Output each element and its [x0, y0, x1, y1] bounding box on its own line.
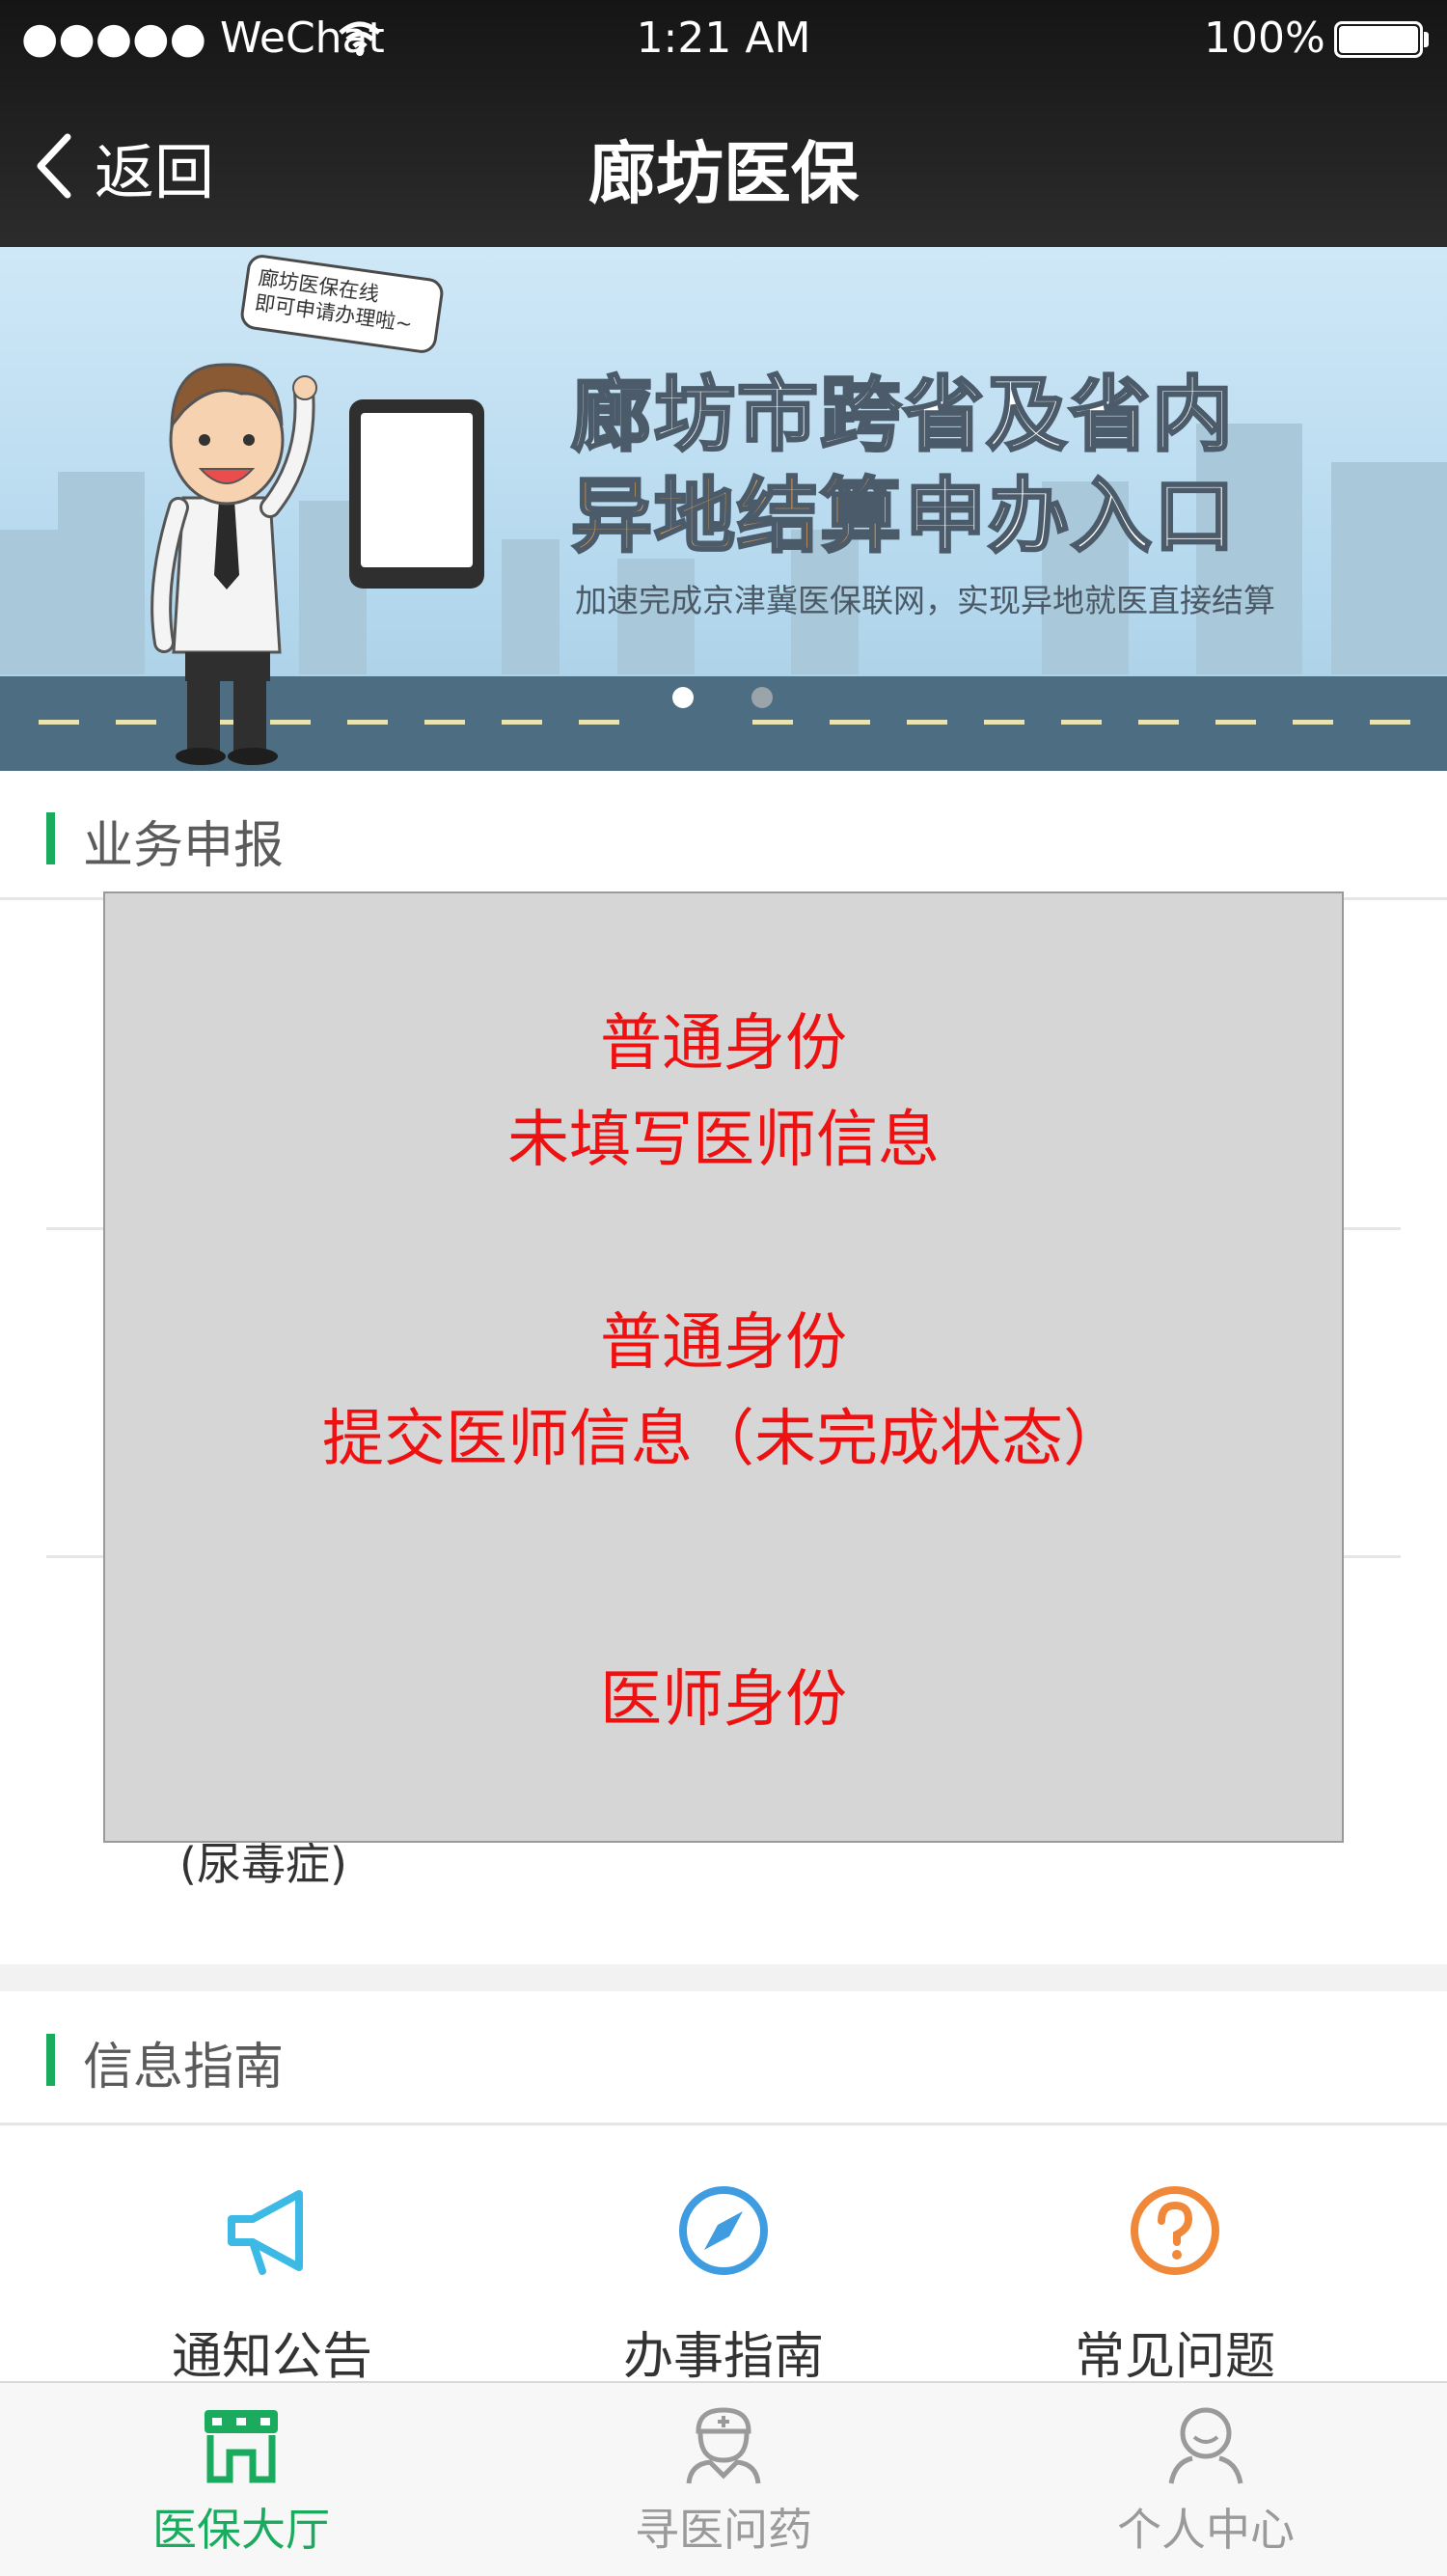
section-gap	[0, 1964, 1447, 1991]
section-accent-bar	[46, 2034, 55, 2086]
cartoon-man-illustration	[150, 363, 317, 765]
section-divider	[0, 2123, 1447, 2125]
banner-title-highlight: 异地结算	[569, 468, 904, 565]
overlay-line-3: 普通身份	[600, 1307, 847, 1379]
tablet-screen	[361, 413, 473, 567]
carousel-dot-active[interactable]	[672, 687, 694, 708]
tab-label-find-doctor[interactable]: 寻医问药	[531, 2495, 916, 2559]
status-battery-percent: 100%	[1204, 14, 1325, 63]
question-icon	[1131, 2186, 1219, 2275]
banner-subtitle: 加速完成京津冀医保联网，实现异地就医直接结算	[575, 582, 1275, 619]
tab-label-medical-hall[interactable]: 医保大厅	[48, 2495, 434, 2559]
megaphone-icon	[228, 2190, 303, 2275]
hall-icon	[205, 2410, 278, 2483]
doctor-icon	[686, 2407, 761, 2484]
compass-icon	[679, 2186, 768, 2275]
section-title-guide: 信息指南	[83, 2039, 285, 2096]
banner-title-line1: 廊坊市跨省及省内	[569, 367, 1236, 464]
banner-title-line2: 申办入口	[903, 468, 1238, 565]
promo-banner[interactable]: 廊坊医保在线 即可申请办理啦~ 廊坊市跨省及省内 异地结算 申办入口 加速完成京…	[0, 247, 1447, 771]
guide-label-notice[interactable]: 通知公告	[79, 2316, 465, 2388]
overlay-line-1: 普通身份	[600, 1008, 847, 1080]
carousel-dot[interactable]	[751, 687, 773, 708]
guide-label-faq[interactable]: 常见问题	[982, 2316, 1368, 2388]
battery-level	[1339, 26, 1418, 53]
overlay-line-4: 提交医师信息（未完成状态）	[322, 1404, 1125, 1475]
section-accent-bar	[46, 812, 55, 864]
tab-label-personal-center[interactable]: 个人中心	[1013, 2495, 1399, 2559]
overlay-line-2: 未填写医师信息	[507, 1105, 940, 1176]
user-icon	[1168, 2407, 1243, 2484]
section-title-business: 业务申报	[83, 817, 285, 875]
battery-tip	[1424, 32, 1429, 47]
page-title: 廊坊医保	[588, 134, 859, 213]
overlay-line-5: 医师身份	[600, 1664, 847, 1736]
guide-label-handbook[interactable]: 办事指南	[531, 2316, 916, 2388]
